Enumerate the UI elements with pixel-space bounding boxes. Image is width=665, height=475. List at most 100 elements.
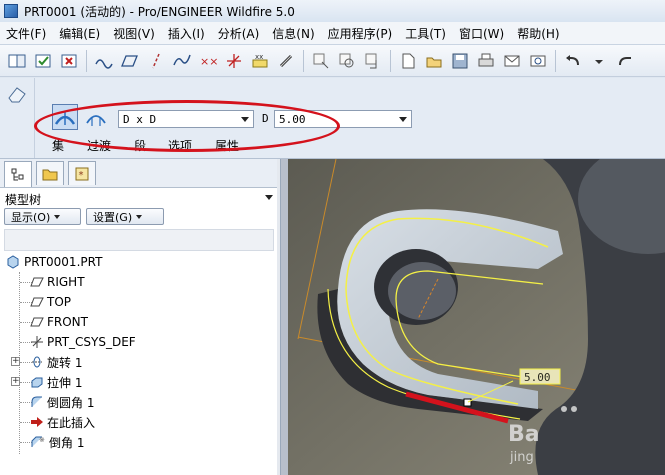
eraser-icon[interactable] <box>5 82 29 106</box>
panel-menu-arrow-icon[interactable] <box>264 194 274 202</box>
part-icon <box>7 255 19 269</box>
panel-scrollbar[interactable] <box>277 159 280 475</box>
tree-item-label: 倒角 1 <box>49 435 85 450</box>
save-icon[interactable] <box>449 50 471 72</box>
undo-dropdown-icon[interactable] <box>588 50 610 72</box>
chevron-down-icon <box>136 214 143 219</box>
sketch-curve-icon[interactable] <box>171 50 193 72</box>
toolbar-separator <box>390 49 391 72</box>
main-toolbar: ×× xx <box>0 45 665 77</box>
menu-view[interactable]: 视图(V) <box>107 25 162 42</box>
close-window-icon[interactable] <box>58 50 80 72</box>
svg-text:*: * <box>79 170 84 181</box>
title-bar: PRT0001 (活动的) - Pro/ENGINEER Wildfire 5.… <box>0 0 665 23</box>
navigator-panel: * 模型树 显示(O) 设置(G) PRT0001.PRT RIGHT TOP … <box>0 159 281 475</box>
link-icon[interactable] <box>275 50 297 72</box>
datum-plane-icon <box>30 317 44 327</box>
settings-button-label: 设置(G) <box>93 210 133 224</box>
insert-here-arrow-icon <box>31 417 43 427</box>
dimension-text[interactable]: 5.00 <box>524 371 551 384</box>
graphics-window[interactable]: 5.00 Ba jing <box>288 159 665 475</box>
panel-splitter[interactable] <box>281 159 288 475</box>
redo-icon[interactable] <box>614 50 636 72</box>
favorites-icon: * <box>75 167 89 181</box>
print-icon[interactable] <box>475 50 497 72</box>
datum-plane-icon <box>30 277 44 287</box>
watermark-mark <box>561 406 567 412</box>
tree-item-label: PRT_CSYS_DEF <box>47 335 136 349</box>
tree-item-label: FRONT <box>47 315 88 329</box>
settings-button[interactable]: 设置(G) <box>86 208 164 225</box>
watermark-mark <box>571 406 577 412</box>
menu-analysis[interactable]: 分析(A) <box>212 25 267 42</box>
chevron-down-icon <box>399 117 407 122</box>
find-icon[interactable] <box>336 50 358 72</box>
revolve-icon <box>32 356 42 368</box>
watermark-subtext: jing <box>509 450 534 465</box>
watermark-text: Ba <box>508 422 540 447</box>
tab-model-tree[interactable] <box>4 161 32 187</box>
datum-display-icon[interactable] <box>93 50 115 72</box>
menu-bar: 文件(F) 编辑(E) 视图(V) 插入(I) 分析(A) 信息(N) 应用程序… <box>0 22 665 45</box>
folder-icon <box>42 169 58 180</box>
datum-csys-icon[interactable] <box>223 50 245 72</box>
tree-filter-bar <box>4 229 274 251</box>
tree-item-extrude[interactable]: 拉伸 1 <box>30 372 82 392</box>
chevron-down-icon <box>54 214 61 219</box>
tree-item-top[interactable]: TOP <box>30 292 71 312</box>
toolbar-separator <box>555 49 556 72</box>
datum-axis-icon[interactable] <box>145 50 167 72</box>
app-icon <box>4 4 18 18</box>
toolbar-separator <box>303 49 304 72</box>
csys-icon <box>31 336 43 348</box>
tab-folder-browser[interactable] <box>36 161 64 185</box>
datum-plane-icon <box>30 297 44 307</box>
menu-help[interactable]: 帮助(H) <box>511 25 566 42</box>
undo-icon[interactable] <box>562 50 584 72</box>
expand-toggle[interactable]: + <box>11 357 20 366</box>
tree-item-label: RIGHT <box>47 275 85 289</box>
select-filter-icon[interactable] <box>310 50 332 72</box>
new-file-icon[interactable] <box>397 50 419 72</box>
expand-toggle[interactable]: + <box>11 377 20 386</box>
window-tile-icon[interactable] <box>6 50 28 72</box>
analysis-feature-icon[interactable]: xx <box>249 50 271 72</box>
tree-item-label: 拉伸 1 <box>47 375 83 390</box>
svg-text:xx: xx <box>255 53 263 61</box>
email-link-icon[interactable] <box>527 50 549 72</box>
datum-plane-icon[interactable] <box>119 50 141 72</box>
radius-drag-handle[interactable] <box>463 398 472 407</box>
navigator-tabs: * <box>0 159 280 188</box>
tree-item-front[interactable]: FRONT <box>30 312 88 332</box>
model-view: 5.00 Ba jing <box>288 159 665 475</box>
tree-item-label: 倒圆角 1 <box>47 395 95 410</box>
menu-info[interactable]: 信息(N) <box>266 25 321 42</box>
datum-point-icon[interactable]: ×× <box>197 50 219 72</box>
tree-item-chamfer[interactable]: ※ 倒角 1 <box>30 432 84 452</box>
activate-window-icon[interactable] <box>32 50 54 72</box>
extrude-icon <box>31 377 43 388</box>
email-icon[interactable] <box>501 50 523 72</box>
menu-edit[interactable]: 编辑(E) <box>53 25 107 42</box>
tree-item-right[interactable]: RIGHT <box>30 272 85 292</box>
model-tree-icon <box>11 168 24 180</box>
menu-tools[interactable]: 工具(T) <box>399 25 453 42</box>
tree-item-label: 在此插入 <box>47 415 96 430</box>
window-title: PRT0001 (活动的) - Pro/ENGINEER Wildfire 5.… <box>24 4 295 19</box>
tree-item-revolve[interactable]: 旋转 1 <box>30 352 82 372</box>
tree-item-round[interactable]: 倒圆角 1 <box>30 392 94 412</box>
tree-item-part[interactable]: PRT0001.PRT <box>6 252 102 272</box>
round-icon <box>31 396 42 407</box>
menu-window[interactable]: 窗口(W) <box>453 25 511 42</box>
show-button[interactable]: 显示(O) <box>4 208 81 225</box>
orient-icon[interactable] <box>362 50 384 72</box>
model-tree-title: 模型树 <box>5 193 42 207</box>
menu-applications[interactable]: 应用程序(P) <box>322 25 400 42</box>
open-file-icon[interactable] <box>423 50 445 72</box>
tab-favorites[interactable]: * <box>68 161 96 185</box>
svg-text:××: ×× <box>200 55 217 68</box>
tree-item-csys[interactable]: PRT_CSYS_DEF <box>30 332 136 352</box>
menu-insert[interactable]: 插入(I) <box>162 25 212 42</box>
menu-file[interactable]: 文件(F) <box>0 25 53 42</box>
tree-item-insert-here[interactable]: 在此插入 <box>30 412 95 432</box>
